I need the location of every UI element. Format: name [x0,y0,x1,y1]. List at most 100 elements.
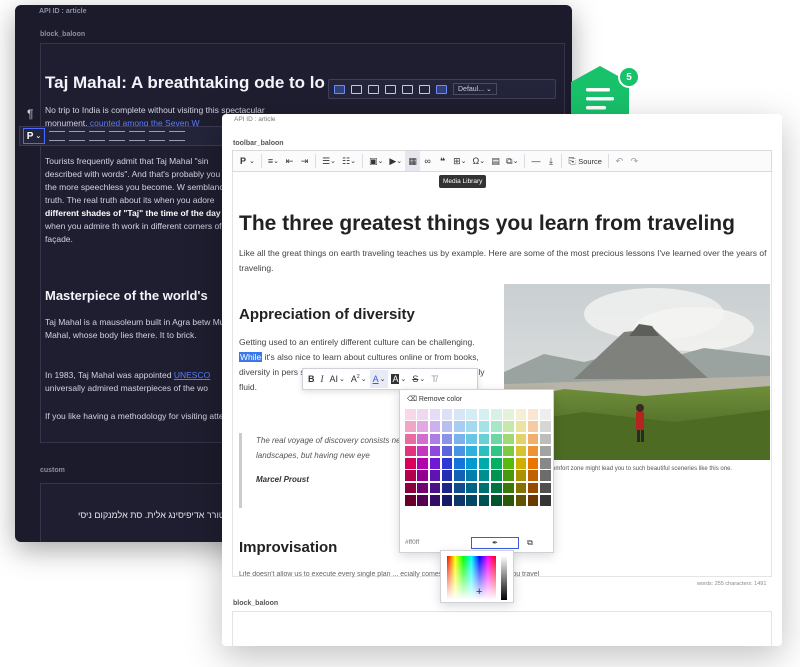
hex-color-input[interactable]: #ff0ff [405,539,467,546]
image-style-select[interactable]: Defaul... ⌄ [453,83,497,95]
align-icon[interactable] [89,131,105,141]
color-swatch[interactable] [540,495,551,506]
color-swatch[interactable] [454,421,465,432]
color-swatch[interactable] [441,421,453,432]
italic-icon[interactable]: I [318,370,327,388]
color-swatch[interactable] [405,482,416,494]
horizontal-line-icon[interactable]: — [528,151,543,171]
break-text-icon[interactable] [419,84,430,94]
outdent-icon[interactable]: ⇤ [282,151,297,171]
indent-icon[interactable]: ⇥ [297,151,312,171]
color-swatch[interactable] [503,470,514,481]
remove-format-icon[interactable]: T̸ [428,370,440,388]
color-swatch[interactable] [454,470,465,481]
numbered-list-icon[interactable]: ☷ ⌄ [339,151,359,171]
color-swatch[interactable] [417,409,428,420]
selected-text[interactable]: While [239,352,263,362]
color-swatch[interactable] [540,458,551,469]
color-swatch[interactable] [466,470,477,481]
color-swatch[interactable] [491,433,502,445]
color-swatch[interactable] [417,482,428,494]
color-swatch[interactable] [540,433,551,445]
inline-image-icon[interactable] [385,84,396,94]
color-swatch[interactable] [405,445,416,457]
bold-icon[interactable]: B [305,370,318,388]
font-color-icon[interactable]: A ⌄ [369,370,389,388]
color-swatch[interactable] [454,495,465,506]
color-swatch[interactable] [478,458,490,469]
color-swatch[interactable] [454,409,465,420]
color-swatch[interactable] [515,495,527,506]
color-swatch[interactable] [466,482,477,494]
color-swatch[interactable] [515,409,527,420]
color-swatch[interactable] [515,458,527,469]
picker-crosshair-icon[interactable]: + [476,586,482,598]
numbered-list-icon[interactable] [69,131,85,141]
color-swatch[interactable] [429,433,441,445]
undo-icon[interactable]: ↶ [612,151,627,171]
color-swatch[interactable] [466,458,477,469]
color-swatch[interactable] [429,409,441,420]
media-embed-icon[interactable]: ▶ ⌄ [386,151,405,171]
color-swatch[interactable] [466,409,477,420]
format-select[interactable]: P ⌄ [23,128,45,144]
color-swatch[interactable] [527,458,539,469]
color-swatch[interactable] [417,433,428,445]
color-swatch[interactable] [417,470,428,481]
color-swatch[interactable] [491,409,502,420]
media-library-icon[interactable]: ▦ [405,151,421,171]
color-swatch[interactable] [417,421,428,432]
color-swatch[interactable] [429,421,441,432]
color-swatch[interactable] [540,470,551,481]
color-swatch[interactable] [540,482,551,494]
color-swatch[interactable] [527,433,539,445]
color-swatch[interactable] [429,445,441,457]
alt-text-icon[interactable] [351,84,362,94]
html-embed-icon[interactable]: ▤ [488,151,503,171]
color-swatch[interactable] [527,445,539,457]
color-swatch[interactable] [417,458,428,469]
color-swatch[interactable] [478,433,490,445]
color-swatch[interactable] [454,482,465,494]
bottom-editor-area[interactable] [232,611,772,646]
color-swatch[interactable] [466,421,477,432]
color-swatch[interactable] [503,445,514,457]
color-swatch[interactable] [417,445,428,457]
link-icon[interactable] [368,84,379,94]
color-swatch[interactable] [478,445,490,457]
heading-select[interactable]: P ⌄ [237,151,258,171]
color-swatch[interactable] [441,482,453,494]
color-swatch[interactable] [515,421,527,432]
outdent-icon[interactable] [109,131,125,141]
color-swatch[interactable] [515,445,527,457]
bulleted-list-icon[interactable] [49,131,65,141]
remove-color-button[interactable]: ⌫ Remove color [407,395,462,403]
color-swatch[interactable] [478,495,490,506]
color-swatch[interactable] [429,495,441,506]
font-family-icon[interactable]: A2 ⌄ [348,370,370,388]
color-swatch[interactable] [491,470,502,481]
color-swatch[interactable] [491,458,502,469]
color-swatch[interactable] [441,433,453,445]
strikethrough-icon[interactable]: S ⌄ [409,370,428,388]
source-button[interactable]: ⎘ Source [565,151,604,171]
color-swatch[interactable] [441,495,453,506]
color-swatch[interactable] [491,482,502,494]
color-swatch[interactable] [441,445,453,457]
brightness-slider[interactable] [501,556,507,600]
color-swatch[interactable] [429,482,441,494]
page-break-icon[interactable]: ⤓ [543,151,558,171]
color-swatch[interactable] [466,445,477,457]
color-swatch[interactable] [417,495,428,506]
blockquote-icon[interactable]: ❝ [435,151,450,171]
color-swatch[interactable] [515,433,527,445]
color-swatch[interactable] [454,458,465,469]
color-swatch[interactable] [503,433,514,445]
image-icon[interactable] [149,131,165,141]
color-swatch[interactable] [527,495,539,506]
color-swatch[interactable] [515,470,527,481]
color-swatch[interactable] [503,482,514,494]
redo-icon[interactable]: ↷ [627,151,642,171]
color-swatch[interactable] [466,433,477,445]
color-swatch[interactable] [540,445,551,457]
